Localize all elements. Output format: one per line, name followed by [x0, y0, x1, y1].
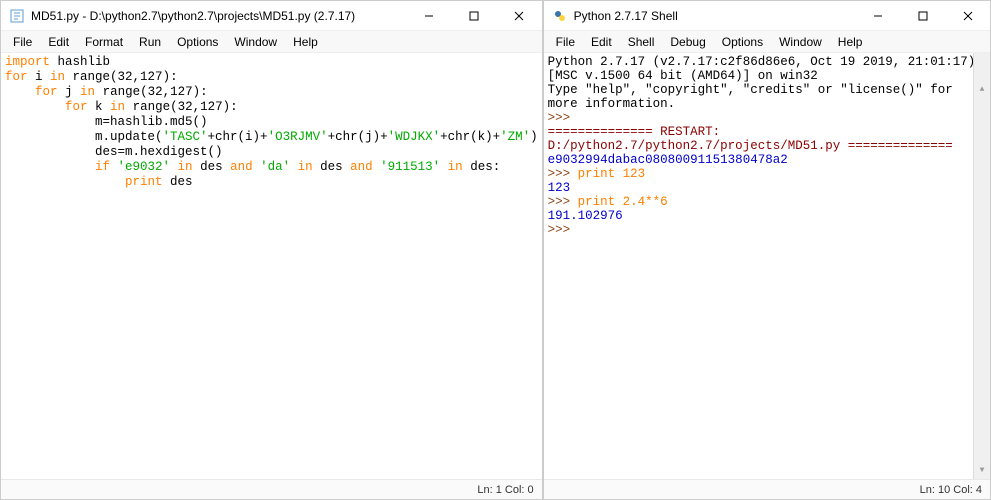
- shell-restart: ============== RESTART: D:/python2.7/pyt…: [548, 125, 953, 153]
- menu-help[interactable]: Help: [830, 33, 871, 51]
- menu-window[interactable]: Window: [226, 33, 285, 51]
- menu-file[interactable]: File: [548, 33, 583, 51]
- editor-statusbar: Ln: 1 Col: 0: [1, 479, 542, 499]
- shell-banner: Type "help", "copyright", "credits" or "…: [548, 83, 961, 111]
- close-button[interactable]: [497, 1, 542, 31]
- shell-prompt: >>>: [548, 223, 578, 237]
- menu-shell[interactable]: Shell: [620, 33, 663, 51]
- shell-window: Python 2.7.17 Shell File Edit Shell Debu…: [543, 0, 991, 500]
- shell-prompt: >>>: [548, 195, 578, 209]
- minimize-button[interactable]: [407, 1, 452, 31]
- minimize-button[interactable]: [855, 1, 900, 31]
- scroll-up-icon[interactable]: ▲: [974, 81, 990, 98]
- editor-window: MD51.py - D:\python2.7\python2.7\project…: [0, 0, 543, 500]
- shell-stdout: 191.102976: [548, 209, 623, 223]
- python-file-icon: [9, 8, 25, 24]
- shell-prompt: >>>: [548, 111, 578, 125]
- menu-file[interactable]: File: [5, 33, 40, 51]
- shell-command: print 2.4**6: [578, 195, 668, 209]
- maximize-button[interactable]: [452, 1, 497, 31]
- editor-menubar: File Edit Format Run Options Window Help: [1, 31, 542, 53]
- menu-format[interactable]: Format: [77, 33, 131, 51]
- menu-edit[interactable]: Edit: [40, 33, 77, 51]
- shell-menubar: File Edit Shell Debug Options Window Hel…: [544, 31, 990, 53]
- editor-window-controls: [407, 1, 542, 31]
- shell-stdout: 123: [548, 181, 571, 195]
- shell-window-controls: [855, 1, 990, 31]
- menu-run[interactable]: Run: [131, 33, 169, 51]
- editor-cursor-position: Ln: 1 Col: 0: [477, 484, 533, 496]
- maximize-button[interactable]: [900, 1, 945, 31]
- shell-command: print 123: [578, 167, 646, 181]
- shell-output[interactable]: Python 2.7.17 (v2.7.17:c2f86d86e6, Oct 1…: [544, 53, 990, 479]
- shell-statusbar: Ln: 10 Col: 4: [544, 479, 990, 499]
- menu-help[interactable]: Help: [285, 33, 326, 51]
- code-editor[interactable]: import hashlib for i in range(32,127): f…: [1, 53, 542, 479]
- shell-prompt: >>>: [548, 167, 578, 181]
- shell-cursor-position: Ln: 10 Col: 4: [920, 484, 982, 496]
- menu-window[interactable]: Window: [771, 33, 830, 51]
- menu-options[interactable]: Options: [714, 33, 771, 51]
- menu-options[interactable]: Options: [169, 33, 226, 51]
- shell-title: Python 2.7.17 Shell: [574, 9, 855, 23]
- shell-banner: Python 2.7.17 (v2.7.17:c2f86d86e6, Oct 1…: [548, 55, 983, 83]
- shell-titlebar[interactable]: Python 2.7.17 Shell: [544, 1, 990, 31]
- editor-titlebar[interactable]: MD51.py - D:\python2.7\python2.7\project…: [1, 1, 542, 31]
- shell-stdout: e9032994dabac08080091151380478a2: [548, 153, 788, 167]
- python-shell-icon: [552, 8, 568, 24]
- shell-scrollbar[interactable]: ▲ ▼: [973, 53, 990, 479]
- close-button[interactable]: [945, 1, 990, 31]
- editor-title: MD51.py - D:\python2.7\python2.7\project…: [31, 9, 407, 23]
- scroll-down-icon[interactable]: ▼: [974, 462, 990, 479]
- menu-edit[interactable]: Edit: [583, 33, 620, 51]
- menu-debug[interactable]: Debug: [662, 33, 713, 51]
